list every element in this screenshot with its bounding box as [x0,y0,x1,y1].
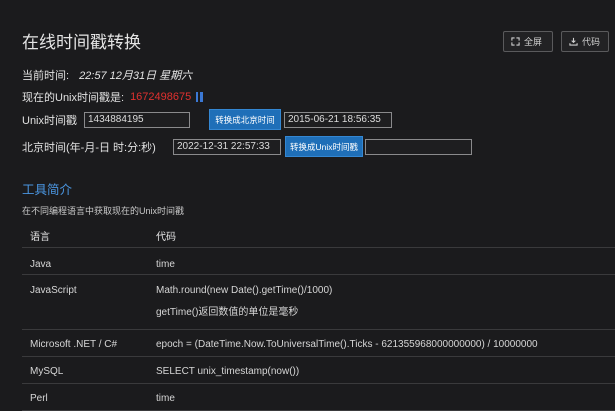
row-code: time [156,258,175,270]
unix-now-row: 现在的Unix时间戳是: 1672498675 [22,89,204,105]
table-row: MySQL SELECT unix_timestamp(now()) [22,356,615,383]
current-time-value: 22:57 12月31日 星期六 [79,70,193,82]
table-row: Java time [22,247,615,274]
row-code: Math.round(new Date().getTime()/1000) ge… [156,274,615,329]
fullscreen-label: 全屏 [524,37,543,47]
table-row: JavaScript Math.round(new Date().getTime… [22,274,615,329]
table-row: Perl time [22,383,615,410]
unix-convert-row: Unix时间戳 转换成北京时间 [22,109,392,130]
beijing-time-output[interactable] [284,111,392,128]
beijing-convert-row: 北京时间(年-月-日 时:分:秒) 转换成Unix时间戳 [22,136,472,157]
column-header-language: 语言 [30,232,50,243]
unix-now-value: 1672498675 [130,91,192,103]
table-header-row: 语言 代码 [22,220,615,247]
fullscreen-button[interactable]: 全屏 [503,31,553,52]
row-code: epoch = (DateTime.Now.ToUniversalTime().… [156,338,538,350]
current-time-label: 当前时间: [22,70,70,82]
expand-icon [511,37,520,46]
tools-section-title: 工具简介 [22,183,73,197]
code-button[interactable]: 代码 [561,31,609,52]
page-title: 在线时间戳转换 [22,33,141,52]
code-table: 语言 代码 Java time JavaScript Math.round(ne… [22,220,615,411]
pause-icon[interactable] [196,92,204,102]
row-language: Perl [30,392,48,404]
column-header-code: 代码 [156,232,176,243]
row-code-line: Math.round(new Date().getTime()/1000) [156,284,333,296]
row-language: JavaScript [30,284,77,296]
row-language: Microsoft .NET / C# [30,338,118,350]
unix-timestamp-output[interactable] [365,138,472,155]
table-row: Microsoft .NET / C# epoch = (DateTime.No… [22,329,615,356]
convert-to-beijing-button[interactable]: 转换成北京时间 [209,109,281,130]
current-time-row: 当前时间: 22:57 12月31日 星期六 [22,67,192,83]
row-language: Java [30,258,52,270]
convert-to-unix-button[interactable]: 转换成Unix时间戳 [285,136,363,157]
row-language: MySQL [30,365,64,377]
code-label: 代码 [582,37,601,47]
tools-description: 在不同编程语言中获取现在的Unix时间戳 [22,206,185,216]
row-code-note: getTime()返回数值的单位是毫秒 [156,306,299,318]
unix-timestamp-input[interactable] [84,111,190,128]
row-code: SELECT unix_timestamp(now()) [156,365,300,377]
beijing-time-input[interactable] [173,138,281,155]
download-icon [569,37,578,46]
unix-now-label: 现在的Unix时间戳是: [22,92,125,104]
unix-convert-label: Unix时间戳 [22,114,78,127]
beijing-convert-label: 北京时间(年-月-日 时:分:秒) [22,141,156,154]
row-code: time [156,392,175,404]
